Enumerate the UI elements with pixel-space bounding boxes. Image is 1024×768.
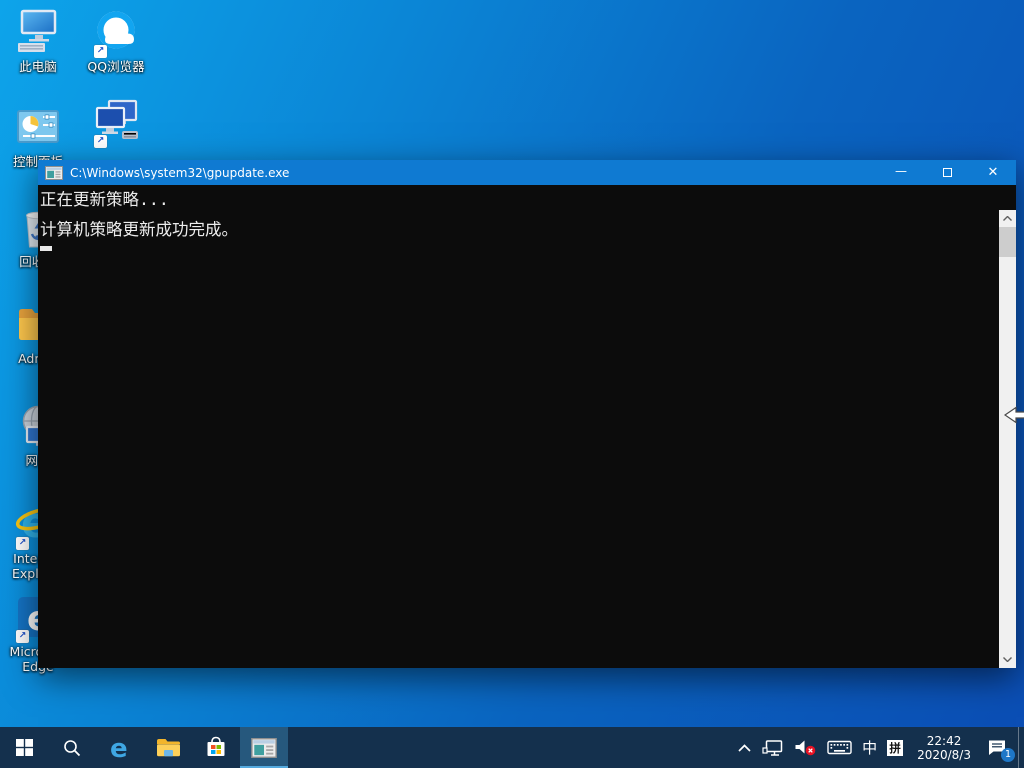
show-desktop-button[interactable] (1018, 727, 1024, 768)
console-app-icon (45, 166, 63, 180)
edge-icon: e (107, 735, 133, 761)
taskbar-app-store[interactable] (192, 727, 240, 768)
shortcut-arrow-icon: ↗ (16, 537, 29, 550)
scrollbar-down-arrow-icon[interactable] (999, 651, 1016, 668)
scrollbar-up-arrow-icon[interactable] (999, 210, 1016, 227)
console-scrollbar[interactable] (999, 210, 1016, 668)
console-window: C:\Windows\system32\gpupdate.exe — ✕ 正在更… (38, 160, 1016, 668)
notification-count-badge: 1 (1001, 748, 1015, 762)
desktop-icon-network-computers[interactable]: ↗ (80, 98, 152, 149)
clock-time: 22:42 (927, 734, 962, 748)
tray-overflow-chevron[interactable] (732, 727, 757, 768)
desktop-icon-label: 此电脑 (2, 59, 74, 74)
taskbar-app-edge[interactable]: e (96, 727, 144, 768)
desktop-icon-label: QQ浏览器 (80, 59, 152, 74)
taskbar: e (0, 727, 1024, 768)
this-pc-icon (14, 8, 62, 56)
network-ethernet-icon (762, 739, 784, 757)
tray-ime-scheme[interactable]: 拼 (882, 727, 908, 768)
minimize-button[interactable]: — (878, 160, 924, 185)
svg-text:e: e (110, 735, 128, 761)
qq-browser-icon: ↗ (92, 8, 140, 56)
tray-touch-keyboard[interactable] (822, 727, 857, 768)
console-titlebar[interactable]: C:\Windows\system32\gpupdate.exe — ✕ (38, 160, 1016, 185)
tray-ime-mode[interactable]: 中 (857, 727, 882, 768)
shortcut-arrow-icon: ↗ (16, 630, 29, 643)
chevron-up-icon (737, 742, 752, 753)
search-button[interactable] (48, 727, 96, 768)
volume-muted-icon (794, 739, 817, 756)
tray-network[interactable] (757, 727, 789, 768)
minimize-icon: — (895, 164, 907, 178)
taskbar-app-gpupdate-console[interactable] (240, 727, 288, 768)
console-text: 正在更新策略... 计算机策略更新成功完成。 (40, 185, 998, 251)
tray-volume-muted[interactable] (789, 727, 822, 768)
taskbar-empty-area (288, 727, 732, 768)
microsoft-store-icon (204, 735, 228, 760)
shortcut-arrow-icon: ↗ (94, 135, 107, 148)
shortcut-arrow-icon: ↗ (94, 45, 107, 58)
windows-logo-icon (16, 739, 33, 756)
maximize-icon (943, 168, 952, 177)
desktop: 此电脑 ↗ QQ浏览器 控制面板 (0, 0, 1024, 768)
pinyin-badge: 拼 (887, 740, 903, 756)
keyboard-icon (827, 739, 852, 756)
window-title: C:\Windows\system32\gpupdate.exe (70, 166, 878, 180)
search-icon (63, 739, 81, 757)
console-cursor (40, 246, 52, 251)
console-line: 正在更新策略... (40, 185, 998, 215)
close-icon: ✕ (988, 165, 999, 180)
tray-clock[interactable]: 22:42 2020/8/3 (908, 727, 980, 768)
action-center-button[interactable]: 1 (980, 727, 1018, 768)
console-app-icon (251, 738, 277, 758)
console-line: 计算机策略更新成功完成。 (40, 215, 998, 245)
desktop-icon-qq-browser[interactable]: ↗ QQ浏览器 (80, 8, 152, 74)
network-computers-icon: ↗ (92, 98, 140, 146)
desktop-icon-this-pc[interactable]: 此电脑 (2, 8, 74, 74)
system-tray: 中 拼 22:42 2020/8/3 1 (732, 727, 1024, 768)
file-explorer-icon (156, 737, 181, 758)
close-button[interactable]: ✕ (970, 160, 1016, 185)
console-output-area[interactable]: 正在更新策略... 计算机策略更新成功完成。 (38, 185, 1016, 668)
maximize-button[interactable] (924, 160, 970, 185)
scrollbar-thumb[interactable] (999, 227, 1016, 257)
control-panel-icon (14, 103, 62, 151)
clock-date: 2020/8/3 (917, 748, 971, 762)
taskbar-app-file-explorer[interactable] (144, 727, 192, 768)
start-button[interactable] (0, 727, 48, 768)
